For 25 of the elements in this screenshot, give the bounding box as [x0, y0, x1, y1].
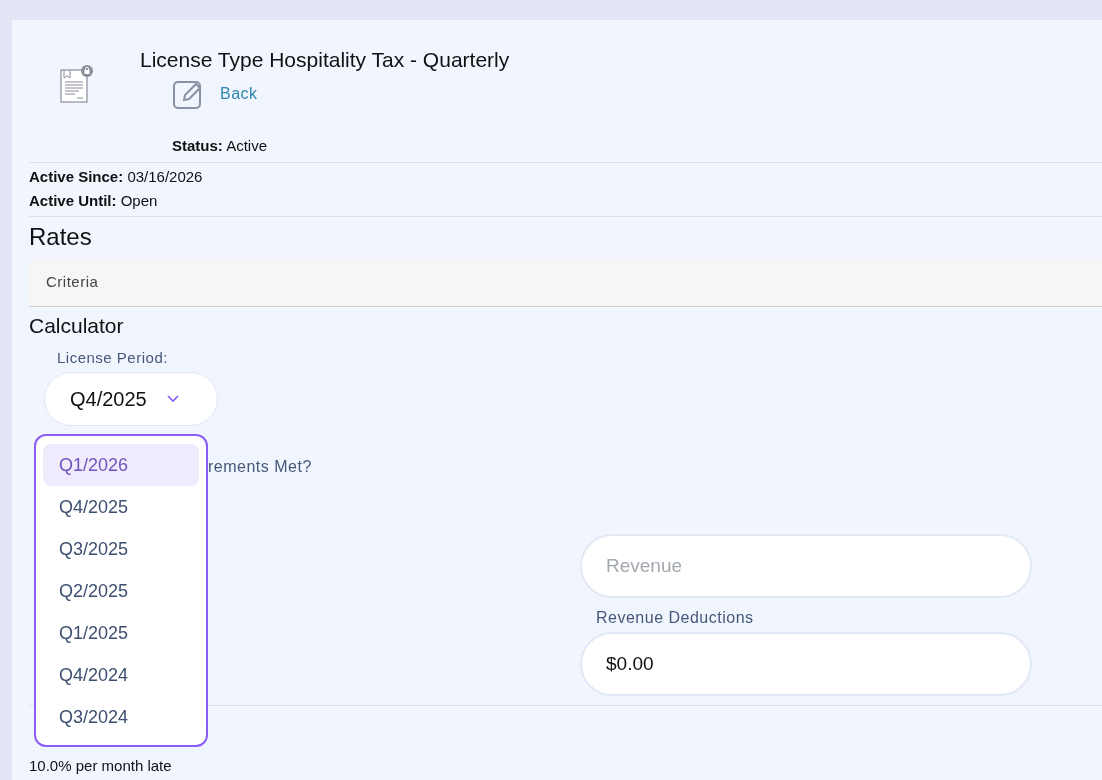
dropdown-option[interactable]: Q1/2025 — [43, 612, 199, 654]
deductions-field[interactable]: $0.00 — [580, 632, 1032, 696]
chevron-down-icon — [166, 395, 179, 403]
penalty-text: 10.0% per month late — [29, 756, 173, 776]
dropdown-option[interactable]: Q2/2025 — [43, 570, 199, 612]
date-text: Active Until: Open — [29, 191, 159, 211]
edit-icon[interactable] — [172, 78, 204, 110]
page-title: License Type Hospitality Tax - Quarterly — [140, 47, 510, 73]
dropdown-option[interactable]: Q4/2025 — [43, 486, 199, 528]
revenue-field[interactable]: Revenue — [580, 534, 1032, 598]
criteria-header: Criteria — [29, 258, 1102, 307]
dropdown-option[interactable]: Q3/2025 — [43, 528, 199, 570]
status-text: Status: Active — [172, 136, 269, 156]
section-heading: Calculator — [29, 313, 125, 339]
date-text: Active Since: 03/16/2026 — [29, 167, 204, 187]
section-heading: Rates — [29, 222, 93, 252]
field-label: License Period: — [57, 348, 169, 368]
field-label: rements Met? — [208, 457, 313, 477]
back-link[interactable]: Back — [220, 82, 258, 106]
field-label: Revenue Deductions — [596, 608, 755, 628]
dropdown-option[interactable]: Q3/2024 — [43, 696, 199, 738]
period-select[interactable]: Q4/2025 — [44, 372, 218, 426]
document-icon — [59, 64, 95, 104]
dropdown-option[interactable]: Q4/2024 — [43, 654, 199, 696]
dropdown-option[interactable]: Q1/2026 — [43, 444, 199, 486]
